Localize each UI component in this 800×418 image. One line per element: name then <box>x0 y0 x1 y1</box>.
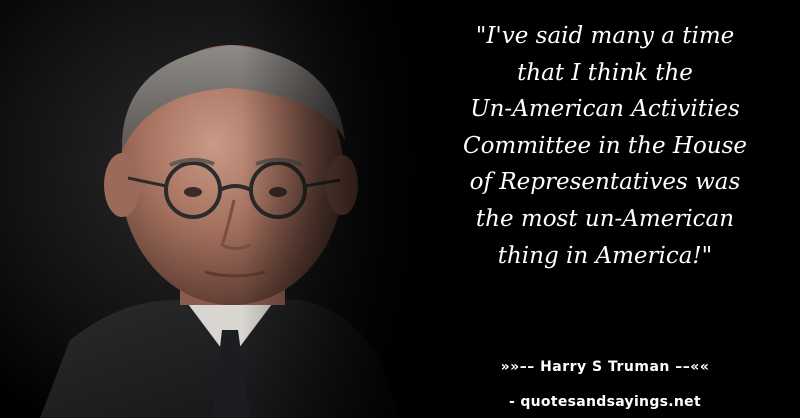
portrait-illustration <box>0 0 440 418</box>
quote-card: "I've said many a time that I think the … <box>0 0 800 418</box>
quote-line: of Representatives was <box>469 169 741 196</box>
quote-line: Un-American Activities <box>470 96 740 123</box>
quote-line: the most un-American <box>475 205 735 232</box>
quote-line: Committee in the House <box>462 132 748 159</box>
source-attribution: - quotesandsayings.net <box>509 394 701 410</box>
quote-line: that I think the <box>517 59 693 86</box>
quote-author: »»–– Harry S Truman ––«« <box>500 359 710 375</box>
portrait-photo <box>0 0 440 418</box>
quote-line: "I've said many a time <box>475 23 735 49</box>
quote-text: "I've said many a time that I think the … <box>430 18 780 274</box>
quote-line: thing in America!" <box>497 242 713 269</box>
